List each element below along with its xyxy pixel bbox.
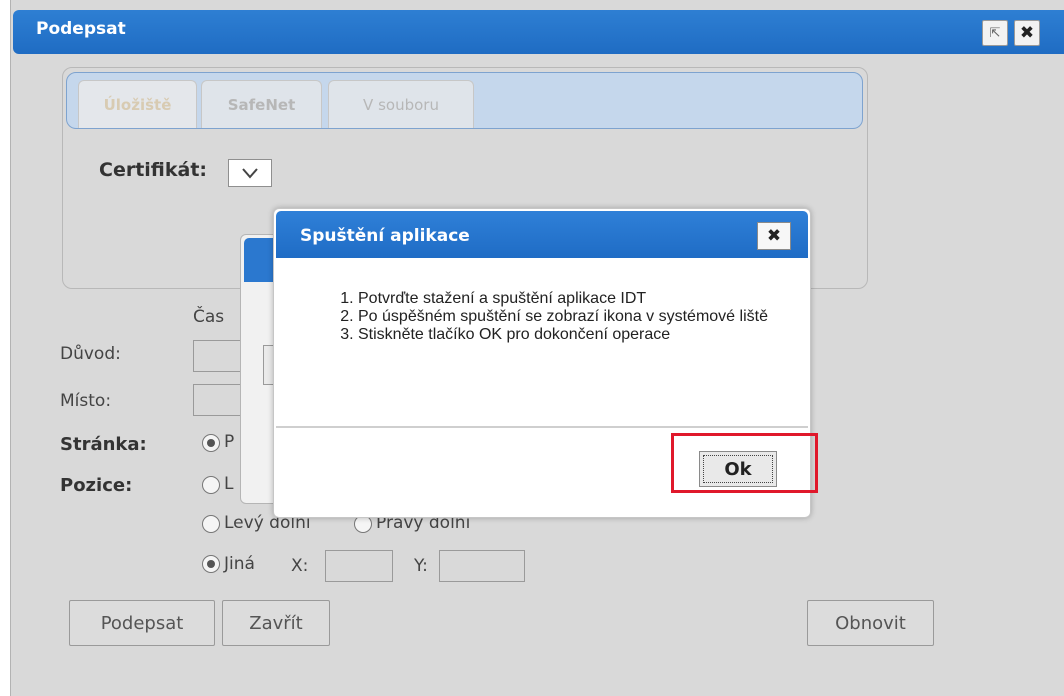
launch-dialog-close-button[interactable]: ✖ bbox=[757, 222, 791, 250]
tab-v-souboru[interactable]: V souboru bbox=[328, 80, 474, 128]
place-input[interactable] bbox=[193, 384, 241, 416]
x-input[interactable] bbox=[325, 550, 393, 582]
window-close-button[interactable]: ✖ bbox=[1014, 20, 1040, 46]
position-label: Pozice: bbox=[60, 475, 133, 496]
tab-uloziste[interactable]: Úložiště bbox=[78, 80, 197, 128]
position-radio-left-top[interactable] bbox=[202, 476, 220, 494]
close-icon: ✖ bbox=[766, 226, 782, 246]
popout-icon: ⇱ bbox=[989, 25, 1001, 41]
divider bbox=[276, 426, 808, 428]
window-titlebar bbox=[13, 10, 1064, 54]
y-label: Y: bbox=[414, 556, 428, 576]
place-label: Místo: bbox=[60, 391, 112, 411]
reason-input[interactable] bbox=[193, 340, 241, 372]
ok-button-highlight bbox=[671, 433, 818, 493]
page-option-label: P bbox=[224, 432, 234, 452]
x-label: X: bbox=[291, 556, 309, 576]
y-input[interactable] bbox=[439, 550, 525, 582]
refresh-button[interactable]: Obnovit bbox=[807, 600, 934, 646]
close-button[interactable]: Zavřít bbox=[222, 600, 330, 646]
chevron-down-icon bbox=[242, 168, 258, 179]
launch-step: Stiskněte tlačíko OK pro dokončení opera… bbox=[358, 326, 794, 344]
tab-safenet[interactable]: SafeNet bbox=[201, 80, 322, 128]
popout-button[interactable]: ⇱ bbox=[982, 20, 1008, 46]
other-label: Jiná bbox=[224, 554, 255, 574]
launch-step: Po úspěšném spuštění se zobrazí ikona v … bbox=[358, 308, 794, 326]
position-left-top-label: L bbox=[224, 474, 234, 494]
reason-label: Důvod: bbox=[60, 344, 121, 364]
page-radio-first[interactable] bbox=[202, 434, 220, 452]
window-title: Podepsat bbox=[36, 19, 126, 39]
launch-steps-list: Potvrďte stažení a spuštění aplikace IDT… bbox=[334, 290, 794, 344]
certificate-label: Certifikát: bbox=[99, 159, 208, 181]
close-icon: ✖ bbox=[1019, 23, 1035, 43]
sign-button[interactable]: Podepsat bbox=[69, 600, 215, 646]
time-label: Čas bbox=[193, 307, 225, 327]
position-radio-other[interactable] bbox=[202, 555, 220, 573]
launch-step: Potvrďte stažení a spuštění aplikace IDT bbox=[358, 290, 794, 308]
launch-dialog-title: Spuštění aplikace bbox=[300, 226, 470, 246]
page-label: Stránka: bbox=[60, 434, 147, 455]
certificate-select[interactable] bbox=[228, 159, 272, 187]
position-radio-left-bottom[interactable] bbox=[202, 515, 220, 533]
